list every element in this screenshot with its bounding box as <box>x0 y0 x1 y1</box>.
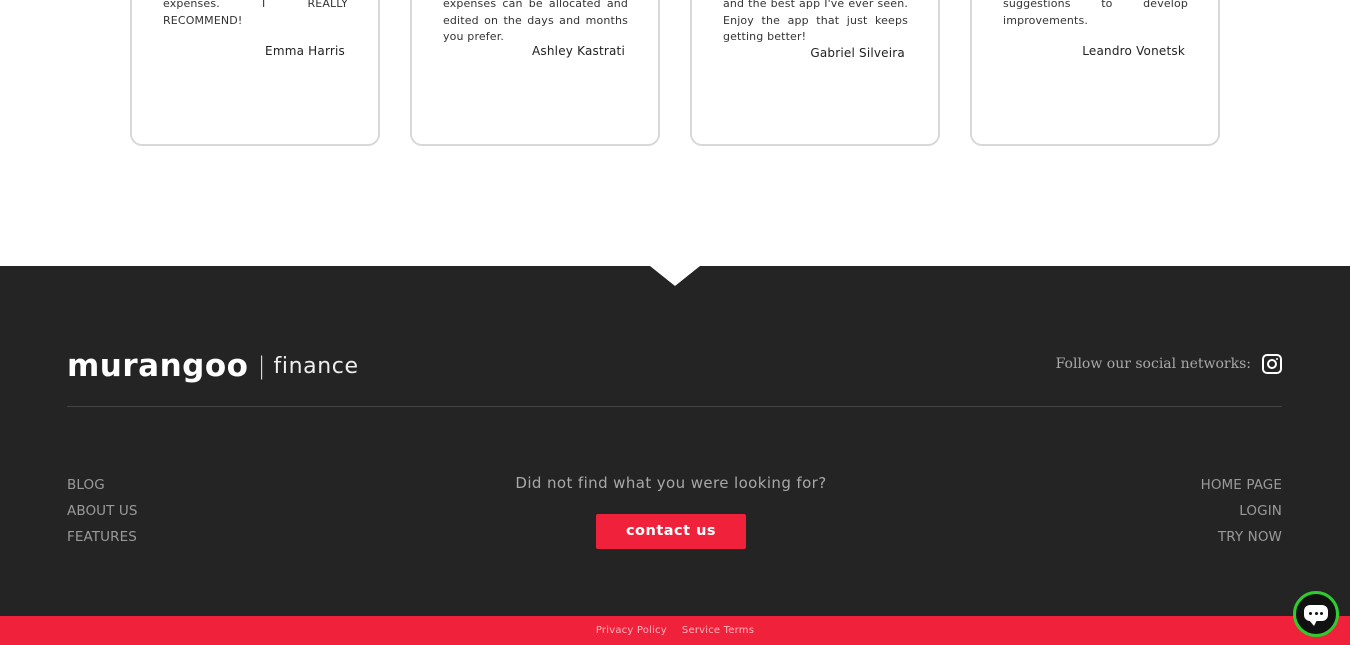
instagram-lens <box>1267 359 1277 369</box>
footer-nav-right: HOME PAGE LOGIN TRY NOW <box>1201 476 1282 554</box>
testimonial-card: they are always studying how to improve … <box>970 0 1220 146</box>
contact-prompt: Did not find what you were looking for? <box>515 474 827 492</box>
chat-widget-button[interactable] <box>1293 591 1339 637</box>
testimonial-author: Emma Harris <box>265 44 345 58</box>
contact-us-button[interactable]: contact us <box>596 514 746 549</box>
privacy-policy-link[interactable]: Privacy Policy <box>596 625 667 636</box>
legal-bar: Privacy Policy Service Terms <box>0 616 1350 645</box>
testimonial-card: card, I have already managed to reduce a… <box>130 0 380 146</box>
testimonial-author: Gabriel Silveira <box>810 46 905 60</box>
testimonial-card: finances, it is also very simple to use … <box>410 0 660 146</box>
footer-notch <box>650 266 700 286</box>
instagram-dot <box>1276 358 1278 360</box>
testimonial-quote: commitment among other really cool optio… <box>723 0 908 43</box>
brand-separator: | <box>257 352 266 380</box>
brand-name: murangoo <box>67 348 249 384</box>
social-label: Follow our social networks: <box>1055 356 1251 372</box>
footer-divider <box>67 406 1282 407</box>
footer-link-login[interactable]: LOGIN <box>1201 502 1282 528</box>
chat-dot <box>1320 612 1323 615</box>
brand-logo[interactable]: murangoo | finance <box>67 348 359 384</box>
testimonial-card: commitment among other really cool optio… <box>690 0 940 146</box>
brand-subtitle: finance <box>273 353 359 379</box>
footer-link-home-page[interactable]: HOME PAGE <box>1201 476 1282 502</box>
chat-bubble-icon <box>1304 605 1328 626</box>
footer-link-about-us[interactable]: ABOUT US <box>67 502 138 528</box>
footer-link-try-now[interactable]: TRY NOW <box>1201 528 1282 554</box>
testimonial-quote: finances, it is also very simple to use … <box>443 0 628 43</box>
site-footer: murangoo | finance Follow our social net… <box>0 266 1350 616</box>
chat-dot <box>1314 612 1318 615</box>
testimonial-quote: they are always studying how to improve … <box>1003 0 1188 27</box>
testimonials-section: card, I have already managed to reduce a… <box>0 0 1350 266</box>
service-terms-link[interactable]: Service Terms <box>682 625 754 636</box>
chat-dot <box>1309 612 1312 615</box>
testimonial-author: Leandro Vonetsk <box>1082 44 1185 58</box>
contact-block: Did not find what you were looking for? … <box>0 474 1350 549</box>
social-networks: Follow our social networks: <box>1056 354 1282 374</box>
footer-link-features[interactable]: FEATURES <box>67 528 138 554</box>
instagram-icon[interactable] <box>1262 354 1282 374</box>
testimonial-author: Ashley Kastrati <box>532 44 625 58</box>
testimonial-quote: card, I have already managed to reduce a… <box>163 0 348 27</box>
